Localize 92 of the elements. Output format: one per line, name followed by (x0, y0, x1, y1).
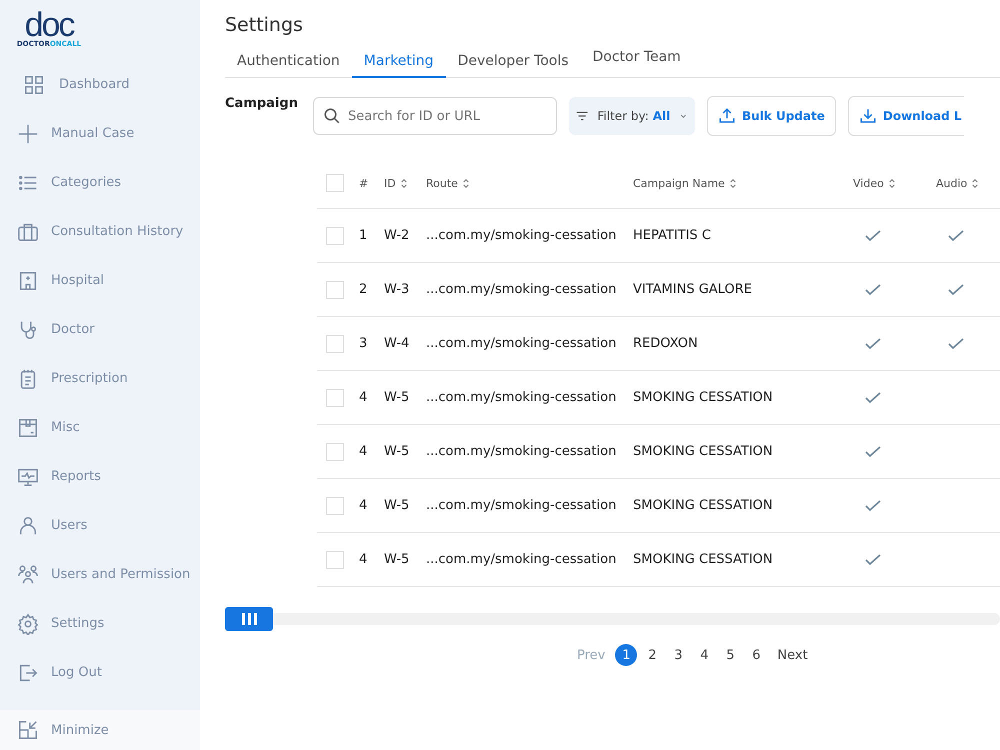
sidebar-item[interactable]: Doctor (0, 305, 200, 354)
page-number[interactable]: 6 (745, 644, 768, 666)
plus-icon (17, 122, 39, 144)
column-header[interactable]: Video (853, 176, 936, 190)
sort-icon (730, 178, 736, 188)
column-header[interactable]: ID (384, 176, 426, 190)
table-cell-text: W-5 (384, 390, 410, 405)
row-checkbox[interactable] (326, 226, 344, 244)
search-icon (323, 107, 341, 125)
tab[interactable]: Authentication (225, 48, 352, 78)
filter-label: Filter by: (597, 109, 649, 123)
column-header[interactable]: Route (426, 176, 633, 190)
scrollbar-handle[interactable] (225, 607, 273, 631)
sidebar-item[interactable]: Prescription (0, 354, 200, 403)
row-checkbox[interactable] (326, 388, 344, 406)
sidebar-item[interactable]: Categories (0, 158, 200, 207)
sort-icon (400, 178, 407, 188)
page-number[interactable]: 3 (667, 644, 690, 666)
row-checkbox[interactable] (326, 334, 344, 352)
tab[interactable]: Marketing (352, 48, 446, 78)
filter-value: All (652, 109, 670, 123)
sort-icon (462, 178, 469, 188)
next-link[interactable]: Next (769, 648, 816, 662)
upload-icon (718, 107, 736, 125)
minimize-button[interactable]: Minimize (0, 710, 200, 750)
sidebar-item[interactable]: Hospital (0, 256, 200, 305)
table-cell-text: W-5 (384, 444, 410, 459)
table-cell-text: W-2 (384, 228, 410, 243)
table-cell-text: 3 (359, 336, 368, 351)
page-number[interactable]: 4 (693, 644, 716, 666)
tab[interactable]: Doctor Team (580, 44, 693, 78)
table-cell-text: W-5 (384, 552, 410, 567)
column-header[interactable]: Campaign Name (633, 176, 853, 190)
page-number[interactable]: 5 (719, 644, 742, 666)
settings-icon (17, 612, 39, 634)
sidebar-item[interactable]: Consultation History (0, 207, 200, 256)
row-checkbox[interactable] (326, 496, 344, 514)
table-cell-text: 4 (359, 444, 368, 459)
sort-icon (972, 178, 978, 188)
select-all-checkbox[interactable] (326, 174, 344, 192)
sidebar-item[interactable]: Manual Case (0, 109, 200, 158)
upload-button[interactable]: Bulk Update (707, 96, 836, 136)
box-icon (17, 416, 39, 438)
hospital-icon (17, 270, 39, 292)
search-field[interactable]: Search for ID or URL (313, 97, 557, 135)
table-cell-text: ...com.my/smoking-cessation (426, 336, 618, 351)
sidebar-item[interactable]: Dashboard (0, 60, 200, 109)
dashboard-icon (23, 74, 45, 96)
table-cell-text: REDOXON (633, 336, 699, 351)
table-cell-text: 4 (359, 498, 368, 513)
row-checkbox[interactable] (326, 280, 344, 298)
table-cell-text: SMOKING CESSATION (633, 498, 774, 513)
table-cell-text: SMOKING CESSATION (633, 552, 774, 567)
sidebar-item[interactable]: Settings (0, 599, 200, 648)
minimize-icon (17, 719, 39, 741)
sidebar-item[interactable]: Misc (0, 403, 200, 452)
table-cell-text: 1 (359, 228, 368, 243)
table-cell-text: ...com.my/smoking-cessation (426, 444, 618, 459)
user-icon (17, 514, 39, 536)
section-label: Campaign (225, 96, 299, 111)
table-cell-text: 4 (359, 390, 368, 405)
table-cell-text: ...com.my/smoking-cessation (426, 228, 618, 243)
tab[interactable]: Developer Tools (446, 48, 581, 78)
table-cell-text: 2 (359, 282, 368, 297)
sidebar-item[interactable]: Users and Permission (0, 550, 200, 599)
filter-dropdown[interactable]: Filter by: All (569, 97, 695, 135)
table-cell-text: ...com.my/smoking-cessation (426, 498, 618, 513)
table-cell-text: ...com.my/smoking-cessation (426, 282, 618, 297)
table-cell-text: ...com.my/smoking-cessation (426, 390, 618, 405)
row-checkbox[interactable] (326, 550, 344, 568)
download-icon (858, 107, 877, 125)
users-icon (17, 564, 39, 586)
table-cell-text: W-3 (384, 282, 410, 297)
table-cell-text: W-4 (384, 336, 410, 351)
table-cell-text: VITAMINS GALORE (633, 282, 753, 297)
table-cell-text: ...com.my/smoking-cessation (426, 552, 618, 567)
sort-icon (888, 178, 895, 188)
sidebar-item[interactable]: Log Out (0, 648, 200, 697)
table-cell-text: SMOKING CESSATION (633, 444, 774, 459)
sidebar-item[interactable]: Reports (0, 452, 200, 501)
table-cell-text: HEPATITIS C (633, 228, 712, 243)
table-cell-text: SMOKING CESSATION (633, 390, 774, 405)
table-cell-text: W-5 (384, 498, 410, 513)
page-title: Settings (225, 14, 304, 36)
table-cell-text: 4 (359, 552, 368, 567)
column-header[interactable]: # (359, 176, 384, 190)
page-number[interactable]: 2 (641, 644, 664, 666)
page-number[interactable]: 1 (615, 644, 638, 666)
download-button[interactable]: Download L (848, 96, 964, 136)
sidebar-item[interactable]: Users (0, 501, 200, 550)
column-header[interactable]: Audio (936, 176, 996, 190)
row-checkbox[interactable] (326, 442, 344, 460)
